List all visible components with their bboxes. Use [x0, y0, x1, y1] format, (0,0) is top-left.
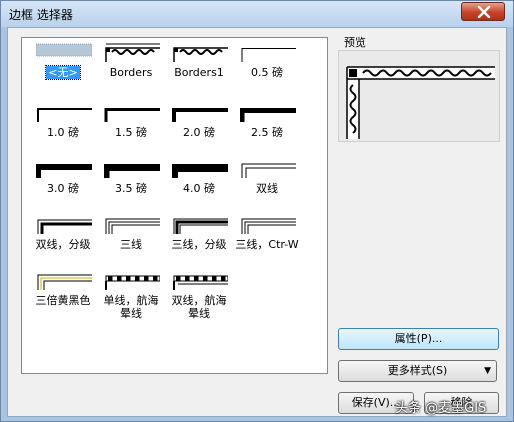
border-style-item[interactable]: 单线，航海 晕线 — [96, 270, 166, 320]
border-style-label: 双线，航海 晕线 — [171, 294, 227, 320]
preview-caption: 预览 — [344, 36, 366, 49]
border-swatch-icon — [241, 163, 296, 178]
border-style-item[interactable]: <无> — [28, 42, 98, 92]
border-style-item[interactable]: 0.5 磅 — [232, 42, 302, 92]
window-title: 边框 选择器 — [9, 8, 73, 22]
border-style-item[interactable]: 双线，航海 晕线 — [164, 270, 234, 320]
dialog-body: <无> Borders Borders1 0.5 磅 1.0 磅 1.5 磅 2.0 磅 2.… — [7, 27, 507, 417]
border-swatch-icon — [104, 108, 160, 122]
border-style-label: 1.0 磅 — [47, 126, 79, 139]
border-style-item[interactable]: 4.0 磅 — [164, 158, 234, 208]
border-style-label: 三线 — [120, 238, 142, 251]
border-swatch-icon — [105, 218, 160, 234]
border-style-item[interactable]: 1.0 磅 — [28, 102, 98, 152]
close-icon — [477, 6, 491, 18]
border-style-list[interactable]: <无> Borders Borders1 0.5 磅 1.0 磅 1.5 磅 2.0 磅 2.… — [21, 37, 328, 374]
border-style-item[interactable]: 双线 — [232, 158, 302, 208]
border-swatch-icon — [37, 219, 92, 234]
border-swatch-icon — [172, 164, 228, 178]
preview-canvas — [338, 50, 500, 142]
border-swatch-icon — [241, 218, 296, 234]
border-style-label: Borders1 — [174, 66, 224, 79]
chevron-down-icon: ▼ — [484, 366, 491, 376]
more-styles-label: 更多样式(S) — [387, 364, 448, 377]
preview-group: 预览 — [336, 32, 502, 144]
border-preview-image — [346, 66, 495, 139]
border-style-item[interactable]: 三线，Ctr-W — [232, 214, 302, 264]
border-style-label: 3.0 磅 — [47, 182, 79, 195]
border-style-item[interactable]: Borders1 — [164, 42, 234, 92]
border-style-label: 0.5 磅 — [251, 66, 283, 79]
border-swatch-icon — [105, 275, 160, 290]
border-swatch-icon — [105, 43, 160, 62]
more-styles-dropdown[interactable]: 更多样式(S) ▼ — [338, 360, 497, 382]
border-swatch-icon — [241, 48, 296, 62]
border-style-label: <无> — [45, 65, 81, 80]
border-style-label: Borders — [109, 66, 153, 79]
border-style-label: 2.5 磅 — [251, 126, 283, 139]
border-style-label: 4.0 磅 — [183, 182, 215, 195]
border-swatch-icon — [173, 47, 228, 62]
border-swatch-icon — [37, 274, 92, 290]
border-swatch-icon — [173, 275, 228, 290]
border-style-label: 3.5 磅 — [115, 182, 147, 195]
watermark: 头条 @麦墨GIS — [395, 401, 487, 416]
properties-button[interactable]: 属性(P)... — [338, 328, 499, 350]
border-style-label: 三倍黄黑色 — [35, 294, 91, 307]
border-style-label: 三线，分级 — [171, 238, 227, 251]
border-style-label: 1.5 磅 — [115, 126, 147, 139]
border-style-item[interactable]: 双线，分级 — [28, 214, 98, 264]
border-style-item[interactable]: 3.0 磅 — [28, 158, 98, 208]
border-swatch-icon — [172, 108, 228, 122]
border-style-label: 双线，分级 — [35, 238, 91, 251]
close-button[interactable] — [461, 2, 505, 21]
border-swatch-icon — [240, 108, 296, 122]
border-selector-dialog: 边框 选择器 <无> Borders Borders1 0.5 磅 1.0 磅 1.5 磅… — [0, 0, 514, 422]
border-style-item[interactable]: 1.5 磅 — [96, 102, 166, 152]
border-style-item[interactable]: Borders — [96, 42, 166, 92]
border-swatch-icon — [173, 218, 228, 234]
border-style-label: 三线，Ctr-W — [235, 238, 299, 251]
border-style-item[interactable]: 2.5 磅 — [232, 102, 302, 152]
border-style-item[interactable]: 3.5 磅 — [96, 158, 166, 208]
border-style-label: 单线，航海 晕线 — [103, 294, 159, 320]
border-swatch-icon — [36, 43, 92, 57]
border-swatch-icon — [37, 108, 92, 122]
border-style-item[interactable]: 2.0 磅 — [164, 102, 234, 152]
border-style-item[interactable]: 三倍黄黑色 — [28, 270, 98, 320]
title-bar[interactable]: 边框 选择器 — [1, 1, 513, 27]
border-style-label: 双线 — [256, 182, 278, 195]
border-style-item[interactable]: 三线，分级 — [164, 214, 234, 264]
border-style-label: 2.0 磅 — [183, 126, 215, 139]
border-swatch-icon — [104, 164, 160, 178]
border-style-item[interactable]: 三线 — [96, 214, 166, 264]
border-swatch-icon — [36, 164, 92, 178]
